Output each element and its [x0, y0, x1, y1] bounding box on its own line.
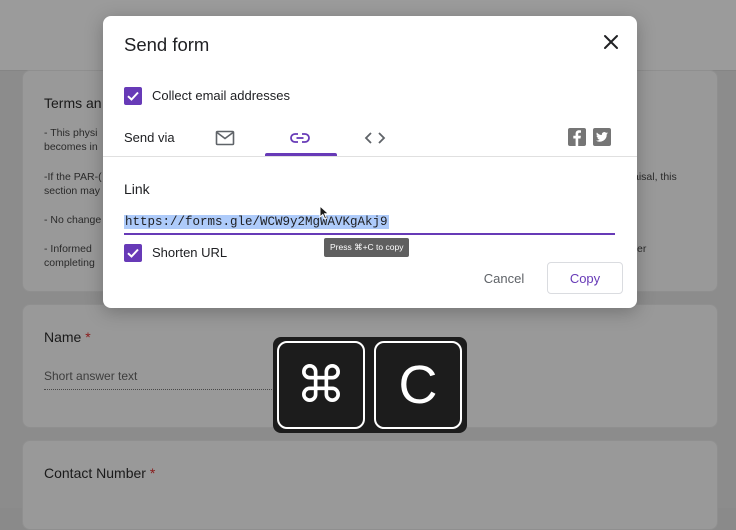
checkmark-icon: [127, 248, 139, 258]
tab-email[interactable]: [190, 120, 260, 156]
name-question-title: Name *: [44, 329, 91, 345]
selected-url-text[interactable]: https://forms.gle/WCW9y2MgWAVKgAkj9: [124, 215, 389, 229]
shorten-url-checkbox[interactable]: [124, 244, 142, 262]
terms-text: aisal, this: [633, 171, 677, 183]
link-icon: [290, 133, 310, 143]
contact-question-card[interactable]: Contact Number *: [22, 440, 718, 530]
dialog-title: Send form: [124, 34, 210, 55]
twitter-share-button[interactable]: [593, 128, 611, 146]
required-asterisk: *: [149, 465, 156, 481]
tab-embed[interactable]: [340, 120, 410, 156]
share-url-field[interactable]: https://forms.gle/WCW9y2MgWAVKgAkj9: [124, 215, 615, 235]
link-section-label: Link: [124, 181, 150, 197]
send-via-label: Send via: [124, 130, 175, 145]
tabs-divider: [103, 156, 637, 157]
checkmark-icon: [127, 91, 139, 101]
facebook-icon: [573, 130, 581, 146]
terms-text: er: [637, 243, 647, 255]
close-button[interactable]: [599, 30, 623, 54]
terms-card-title: Terms an: [44, 95, 102, 111]
close-icon: [604, 35, 618, 49]
twitter-icon: [596, 132, 608, 142]
keystroke-overlay: ⌘ C: [273, 337, 467, 433]
embed-icon: [364, 132, 386, 144]
collect-email-checkbox[interactable]: [124, 87, 142, 105]
facebook-share-button[interactable]: [568, 128, 586, 146]
email-icon: [215, 130, 235, 146]
mouse-pointer-icon: [319, 205, 330, 220]
required-asterisk: *: [85, 329, 91, 345]
copy-hint-tooltip: Press ⌘+C to copy: [324, 238, 410, 257]
command-key: ⌘: [277, 341, 365, 429]
question-title-text: Contact Number: [44, 465, 146, 481]
short-answer-placeholder: Short answer text: [44, 369, 138, 383]
contact-question-title: Contact Number *: [44, 465, 155, 481]
copy-button[interactable]: Copy: [547, 262, 623, 294]
send-form-dialog: Send form Collect email addresses Send v…: [103, 16, 637, 308]
shorten-url-label[interactable]: Shorten URL: [152, 245, 227, 260]
question-title-text: Name: [44, 329, 82, 345]
cancel-button[interactable]: Cancel: [471, 262, 537, 294]
tab-link[interactable]: [265, 120, 335, 156]
c-key: C: [374, 341, 462, 429]
answer-underline: [44, 389, 304, 390]
collect-email-label[interactable]: Collect email addresses: [152, 88, 290, 103]
